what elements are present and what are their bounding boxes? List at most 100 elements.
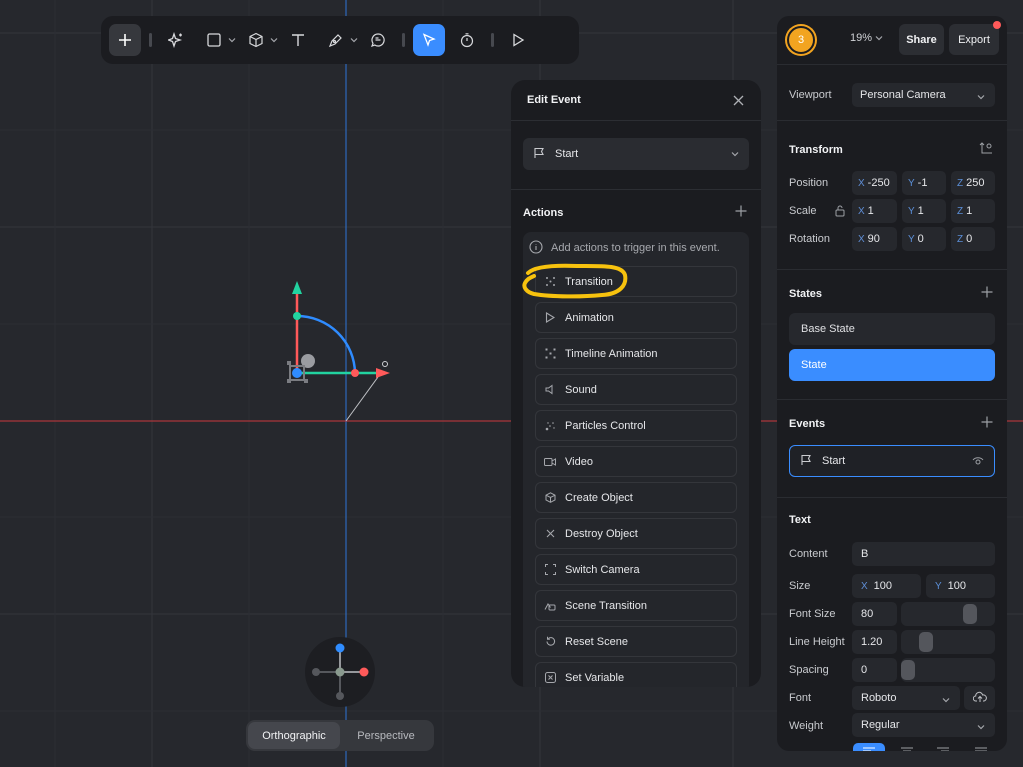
select-pointer-icon[interactable] <box>413 24 445 56</box>
zoom-select[interactable]: 19% <box>850 32 883 44</box>
chevron-down-icon[interactable] <box>348 24 360 56</box>
play-outline-icon <box>544 312 556 324</box>
scene-icon <box>544 600 556 612</box>
transform-gizmo <box>287 281 390 422</box>
spacing-slider[interactable] <box>901 658 995 682</box>
font-size-slider[interactable] <box>901 602 995 626</box>
line-height-field[interactable]: 1.20 <box>852 630 897 654</box>
orthographic-option[interactable]: Orthographic <box>248 722 340 749</box>
scale-z-field[interactable]: Z1 <box>951 199 995 223</box>
size-x-value: 100 <box>873 580 893 592</box>
add-event-icon[interactable] <box>981 416 993 432</box>
action-label: Animation <box>565 311 614 324</box>
export-button[interactable]: Export <box>949 24 999 55</box>
line-height-value: 1.20 <box>861 636 883 648</box>
transform-title: Transform <box>789 144 843 156</box>
action-item-set-variable[interactable]: Set Variable <box>535 662 737 687</box>
weight-select[interactable]: Regular <box>852 713 995 737</box>
align-right-button[interactable] <box>933 743 953 751</box>
action-item-timeline-animation[interactable]: Timeline Animation <box>535 338 737 369</box>
rotation-y-field[interactable]: Y0 <box>902 227 946 251</box>
font-select[interactable]: Roboto <box>852 686 960 710</box>
flag-icon <box>533 147 545 162</box>
action-item-scene-transition[interactable]: Scene Transition <box>535 590 737 621</box>
size-y-value: 100 <box>947 580 967 592</box>
slider-handle[interactable] <box>901 660 915 680</box>
add-icon[interactable] <box>109 24 141 56</box>
position-label: Position <box>789 177 829 189</box>
reset-transform-icon[interactable] <box>979 142 993 161</box>
slider-handle[interactable] <box>963 604 977 624</box>
action-item-sound[interactable]: Sound <box>535 374 737 405</box>
font-size-field[interactable]: 80 <box>852 602 897 626</box>
toolbar-divider <box>149 33 152 47</box>
action-item-video[interactable]: Video <box>535 446 737 477</box>
font-label: Font <box>789 692 812 704</box>
close-icon[interactable] <box>729 91 747 109</box>
action-item-particles-control[interactable]: Particles Control <box>535 410 737 441</box>
chevron-down-icon[interactable] <box>268 24 280 56</box>
lock-icon[interactable] <box>835 204 845 222</box>
rotation-y-value: 0 <box>917 233 924 245</box>
position-y-field[interactable]: Y -1 <box>902 171 946 195</box>
rotation-x-value: 90 <box>867 233 880 245</box>
avatar[interactable]: 3 <box>787 26 815 54</box>
state-item-state[interactable]: State <box>789 349 995 381</box>
play-icon[interactable] <box>502 24 534 56</box>
notification-dot <box>993 21 1001 29</box>
video-icon <box>544 456 556 468</box>
text-icon[interactable] <box>282 24 314 56</box>
add-action-icon[interactable] <box>735 204 747 222</box>
position-x-field[interactable]: X -250 <box>852 171 897 195</box>
ai-sparkle-icon[interactable] <box>160 24 192 56</box>
size-y-field[interactable]: Y 100 <box>926 574 995 598</box>
position-z-field[interactable]: Z 250 <box>951 171 995 195</box>
chevron-down-icon <box>977 721 985 733</box>
slider-handle[interactable] <box>919 632 933 652</box>
action-item-create-object[interactable]: Create Object <box>535 482 737 513</box>
animate-timer-icon[interactable] <box>451 24 483 56</box>
action-item-transition[interactable]: Transition <box>535 266 737 297</box>
add-state-icon[interactable] <box>981 286 993 302</box>
size-x-field[interactable]: X 100 <box>852 574 921 598</box>
info-icon <box>529 239 543 257</box>
actions-hint: Add actions to trigger in this event. <box>529 237 720 259</box>
scale-x-field[interactable]: X1 <box>852 199 897 223</box>
chevron-down-icon[interactable] <box>226 24 238 56</box>
rotation-z-field[interactable]: Z0 <box>951 227 995 251</box>
viewport-select[interactable]: Personal Camera <box>852 83 995 107</box>
content-field[interactable]: B <box>852 542 995 566</box>
action-item-animation[interactable]: Animation <box>535 302 737 333</box>
comment-icon[interactable] <box>362 24 394 56</box>
event-trigger-select[interactable]: Start <box>523 138 749 170</box>
action-item-reset-scene[interactable]: Reset Scene <box>535 626 737 657</box>
event-trigger-value: Start <box>555 148 579 160</box>
line-height-slider[interactable] <box>901 630 995 654</box>
spacing-field[interactable]: 0 <box>852 658 897 682</box>
edit-event-panel: Edit Event Start Actions Add actions to … <box>511 80 761 687</box>
action-item-destroy-object[interactable]: Destroy Object <box>535 518 737 549</box>
action-label: Reset Scene <box>565 635 628 648</box>
viewport-value: Personal Camera <box>860 89 946 101</box>
state-item-base[interactable]: Base State <box>789 313 995 345</box>
event-settings-icon[interactable] <box>972 456 984 469</box>
align-justify-button[interactable] <box>971 743 991 751</box>
scale-y-field[interactable]: Y1 <box>902 199 946 223</box>
action-label: Particles Control <box>565 419 646 432</box>
rotation-x-field[interactable]: X 90 <box>852 227 897 251</box>
event-item-start[interactable]: Start <box>789 445 995 477</box>
toolbar-divider <box>402 33 405 47</box>
perspective-option[interactable]: Perspective <box>340 722 432 749</box>
share-button[interactable]: Share <box>899 24 944 55</box>
orientation-gizmo[interactable] <box>305 637 375 707</box>
state-label: State <box>801 359 827 371</box>
weight-label: Weight <box>789 720 824 732</box>
action-item-switch-camera[interactable]: Switch Camera <box>535 554 737 585</box>
variable-icon <box>544 672 556 684</box>
zoom-value: 19% <box>850 32 873 44</box>
align-left-button[interactable] <box>853 743 885 751</box>
x-icon <box>544 528 556 540</box>
align-center-button[interactable] <box>897 743 917 751</box>
upload-font-button[interactable] <box>964 686 995 710</box>
chevron-down-icon <box>875 32 883 44</box>
